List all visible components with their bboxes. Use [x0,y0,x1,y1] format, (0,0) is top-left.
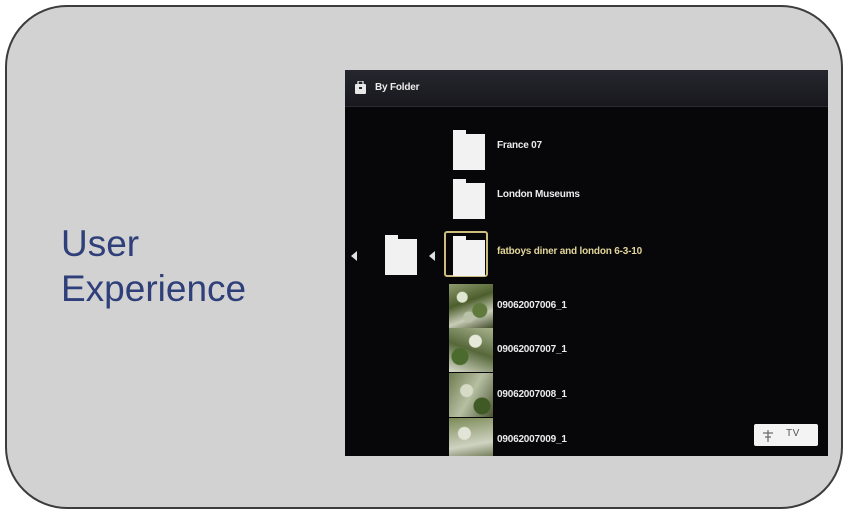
folder-icon [453,236,485,276]
source-badge[interactable]: TV [754,424,818,446]
slide-title: User Experience [61,221,246,311]
folder-bag-icon [355,81,366,94]
slide-title-line-2: Experience [61,268,247,309]
header-title: By Folder [375,82,420,93]
photo-thumbnail [449,418,493,456]
folder-item-selected[interactable]: fatboys diner and london 6-3-10 [345,230,828,278]
photo-item-label: 09062007009_1 [497,434,567,445]
photo-thumbnail [449,284,493,328]
photo-item-label: 09062007007_1 [497,344,567,355]
folder-icon [453,179,485,219]
slide-title-line-1: User [61,223,140,264]
header-bar: By Folder [345,70,828,107]
photo-thumbnail [449,328,493,372]
photo-item[interactable]: 09062007008_1 [345,373,828,421]
antenna-icon [763,430,773,442]
folder-item-label: France 07 [497,140,542,151]
photo-thumbnail [449,373,493,417]
tv-screen: By Folder France 07 London Museums fatbo… [345,70,828,456]
folder-item-label: fatboys diner and london 6-3-10 [497,246,642,257]
photo-item-label: 09062007008_1 [497,389,567,400]
source-badge-label: TV [786,428,800,439]
folder-item-label: London Museums [497,189,580,200]
folder-item-france-07[interactable]: France 07 [345,124,828,172]
folder-item-london-museums[interactable]: London Museums [345,173,828,221]
photo-item[interactable]: 09062007006_1 [345,284,828,332]
photo-item-label: 09062007006_1 [497,300,567,311]
photo-item[interactable]: 09062007007_1 [345,328,828,376]
folder-icon [453,130,485,170]
